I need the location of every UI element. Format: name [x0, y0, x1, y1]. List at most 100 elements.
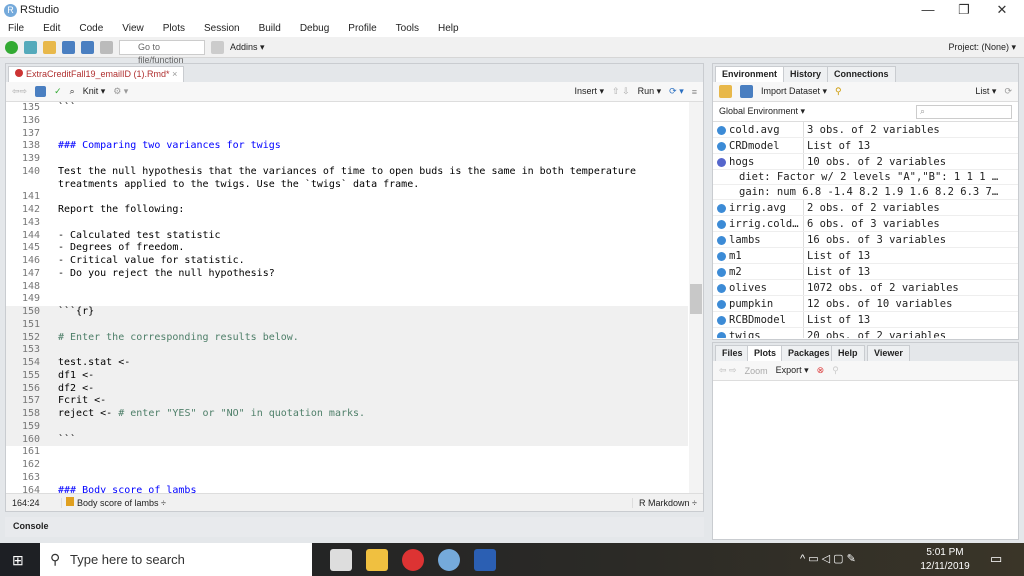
rstudio-taskbar-icon[interactable] [438, 548, 460, 571]
code-line[interactable]: 160 ``` [6, 433, 688, 447]
code-line[interactable]: 150 ```{r} [6, 306, 688, 319]
calculator-icon[interactable] [330, 548, 352, 571]
remove-plot-icon[interactable]: ⊗ [817, 365, 825, 376]
env-row[interactable]: RCBDmodel List of 13 [713, 312, 1018, 328]
code-line[interactable]: 138 ### Comparing two variances for twigs [6, 140, 688, 153]
code-line[interactable]: 135 ``` [6, 102, 688, 115]
close-button[interactable]: ✕ [982, 2, 1022, 18]
save-icon[interactable] [62, 40, 75, 54]
code-line[interactable]: 148 [6, 281, 688, 294]
console-pane-header[interactable]: Console [5, 517, 704, 537]
env-row[interactable]: hogs 10 obs. of 2 variables [713, 154, 1018, 170]
expand-icon[interactable] [717, 316, 726, 325]
env-row[interactable]: irrig.avg 2 obs. of 2 variables [713, 200, 1018, 216]
save-icon[interactable] [35, 86, 47, 97]
env-search-input[interactable]: ⌕ [916, 104, 1012, 119]
back-forward-icon[interactable]: ⇦⇨ [12, 86, 27, 97]
outline-icon[interactable]: ≡ [692, 87, 697, 97]
code-line[interactable]: 149 [6, 293, 688, 306]
open-file-icon[interactable] [43, 40, 56, 54]
code-line[interactable]: 159 [6, 420, 688, 434]
code-line[interactable]: 146 - Critical value for statistic. [6, 255, 688, 268]
file-explorer-icon[interactable] [366, 548, 388, 571]
menu-debug[interactable]: Debug [300, 23, 329, 34]
minimize-button[interactable]: — [908, 2, 948, 17]
expand-icon[interactable] [717, 220, 726, 229]
tab-history[interactable]: History [783, 66, 829, 82]
menu-edit[interactable]: Edit [43, 23, 60, 34]
tab-packages[interactable]: Packages [781, 345, 837, 361]
up-down-icon[interactable]: ⇧ ⇩ [612, 86, 630, 97]
code-line[interactable]: 156 df2 <- [6, 382, 688, 396]
code-line[interactable]: 145 - Degrees of freedom. [6, 242, 688, 255]
menu-build[interactable]: Build [259, 23, 281, 34]
code-line[interactable]: 151 [6, 318, 688, 332]
tab-help[interactable]: Help [831, 345, 865, 361]
code-line[interactable]: 144 - Calculated test statistic [6, 230, 688, 243]
rerun-icon[interactable]: ⟳ ▾ [669, 86, 684, 97]
export-button[interactable]: Export ▾ [776, 365, 809, 376]
env-row[interactable]: CRDmodel List of 13 [713, 138, 1018, 154]
insert-button[interactable]: Insert ▾ [575, 86, 605, 97]
find-icon[interactable]: ⌕ [70, 86, 75, 97]
chrome-icon[interactable] [402, 548, 424, 571]
file-type-menu[interactable]: R Markdown ÷ [632, 497, 703, 508]
expand-icon[interactable] [717, 252, 726, 261]
global-environment-menu[interactable]: Global Environment ▾ [719, 106, 805, 117]
expand-icon[interactable] [717, 126, 726, 135]
load-workspace-icon[interactable] [719, 85, 732, 98]
menu-tools[interactable]: Tools [396, 23, 419, 34]
start-button[interactable]: ⊞ [12, 552, 24, 569]
layout-icon[interactable] [211, 40, 224, 54]
code-line[interactable]: 157 Fcrit <- [6, 395, 688, 408]
menu-view[interactable]: View [122, 23, 144, 34]
list-view-menu[interactable]: List ▾ [975, 86, 996, 97]
run-button[interactable]: Run ▾ [638, 86, 662, 97]
knit-button[interactable]: Knit ▾ [83, 86, 106, 97]
code-line[interactable]: 163 [6, 472, 688, 485]
restore-button[interactable]: ❐ [944, 2, 984, 18]
expand-icon[interactable] [717, 268, 726, 277]
tab-plots[interactable]: Plots [747, 345, 784, 361]
menu-file[interactable]: File [8, 23, 24, 34]
env-row[interactable]: pumpkin 12 obs. of 10 variables [713, 296, 1018, 312]
menu-profile[interactable]: Profile [348, 23, 376, 34]
zoom-button[interactable]: Zoom [745, 366, 768, 376]
refresh-icon[interactable]: ⟳ [1004, 86, 1012, 97]
taskbar-search-input[interactable]: ⚲ Type here to search [40, 543, 312, 576]
collapse-icon[interactable] [717, 158, 726, 167]
close-tab-icon[interactable]: × [172, 69, 177, 79]
expand-icon[interactable] [717, 236, 726, 245]
code-line[interactable]: 152 # Enter the corresponding results bel… [6, 331, 688, 345]
plot-back-forward-icon[interactable]: ⇦ ⇨ [719, 365, 737, 376]
menu-code[interactable]: Code [79, 23, 103, 34]
word-icon[interactable] [474, 548, 496, 571]
save-workspace-icon[interactable] [740, 85, 753, 98]
env-row[interactable]: twigs 20 obs. of 2 variables [713, 328, 1018, 338]
code-line[interactable]: 147 - Do you reject the null hypothesis? [6, 268, 688, 281]
print-icon[interactable] [100, 40, 113, 54]
editor-scrollbar[interactable] [689, 102, 703, 494]
go-to-file-input[interactable]: Go to file/function [119, 39, 205, 65]
env-row[interactable]: cold.avg 3 obs. of 2 variables [713, 122, 1018, 138]
code-line[interactable]: 155 df1 <- [6, 369, 688, 383]
code-line[interactable]: 154 test.stat <- [6, 357, 688, 370]
spellcheck-icon[interactable]: ✓ [54, 86, 62, 97]
code-line[interactable]: 140 Test the null hypothesis that the var… [6, 166, 688, 192]
expand-icon[interactable] [717, 300, 726, 309]
new-project-icon[interactable] [24, 40, 37, 54]
env-row[interactable]: irrig.cold… 6 obs. of 3 variables [713, 216, 1018, 232]
import-dataset-button[interactable]: Import Dataset ▾ [761, 86, 827, 97]
save-all-icon[interactable] [81, 40, 94, 54]
clock[interactable]: 5:01 PM 12/11/2019 [920, 547, 970, 572]
settings-icon[interactable]: ⚙ ▾ [113, 86, 128, 97]
tab-files[interactable]: Files [715, 345, 750, 361]
code-line[interactable]: 143 [6, 217, 688, 230]
code-line[interactable]: 153 [6, 344, 688, 357]
broom-icon[interactable]: ⚲ [835, 86, 842, 97]
code-line[interactable]: 136 [6, 115, 688, 128]
code-line[interactable]: 142 Report the following: [6, 204, 688, 217]
code-line[interactable]: 141 [6, 191, 688, 204]
scrollbar-thumb[interactable] [690, 284, 702, 314]
env-row[interactable]: m2 List of 13 [713, 264, 1018, 280]
